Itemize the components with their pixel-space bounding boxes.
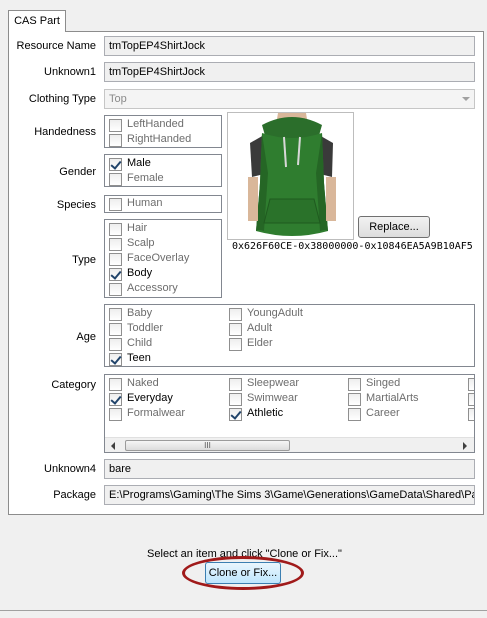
swimwear-checkbox[interactable] <box>229 393 242 406</box>
naked-checkbox[interactable] <box>109 378 122 391</box>
handedness-group: LeftHanded RightHanded <box>104 115 222 148</box>
unknown4-field[interactable]: bare <box>104 459 475 479</box>
sleepwear-checkbox[interactable] <box>229 378 242 391</box>
body-label: Body <box>127 267 153 279</box>
lefthanded-checkbox[interactable] <box>109 119 122 132</box>
swimwear-label: Swimwear <box>247 392 298 404</box>
naked-label: Naked <box>127 377 159 389</box>
category-extra-checkbox-2[interactable] <box>468 393 474 406</box>
child-label: Child <box>127 337 153 349</box>
resource-name-field[interactable]: tmTopEP4ShirtJock <box>104 36 475 56</box>
toddler-checkbox[interactable] <box>109 323 122 336</box>
handedness-label: Handedness <box>34 126 96 138</box>
scalp-checkbox[interactable] <box>109 238 122 251</box>
unknown4-label: Unknown4 <box>44 463 96 475</box>
male-label: Male <box>127 157 151 169</box>
righthanded-label: RightHanded <box>127 133 192 145</box>
male-checkbox[interactable] <box>109 158 122 171</box>
preview-thumbnail <box>227 112 354 240</box>
human-label: Human <box>127 197 163 209</box>
scroll-right-icon[interactable] <box>463 442 467 450</box>
singed-label: Singed <box>366 377 401 389</box>
scalp-label: Scalp <box>127 237 155 249</box>
faceoverlay-checkbox[interactable] <box>109 253 122 266</box>
sleepwear-label: Sleepwear <box>247 377 299 389</box>
clothing-type-label: Clothing Type <box>28 93 96 105</box>
youngadult-label: YoungAdult <box>247 307 303 319</box>
female-label: Female <box>127 172 164 184</box>
teen-label: Teen <box>127 352 151 364</box>
youngadult-checkbox[interactable] <box>229 308 242 321</box>
faceoverlay-label: FaceOverlay <box>127 252 190 264</box>
age-label: Age <box>76 331 96 343</box>
everyday-checkbox[interactable] <box>109 393 122 406</box>
category-group: Naked Everyday Formalwear Sleepwear Swim… <box>104 374 475 453</box>
body-checkbox[interactable] <box>109 268 122 281</box>
martialarts-label: MartialArts <box>366 392 419 404</box>
clothing-type-select[interactable]: Top <box>104 89 475 109</box>
unknown1-label: Unknown1 <box>44 66 96 78</box>
elder-label: Elder <box>247 337 273 349</box>
resource-key-text: 0x626F60CE-0x38000000-0x10846EA5A9B10AF5 <box>232 241 473 252</box>
accessory-label: Accessory <box>127 282 178 294</box>
package-label: Package <box>53 489 96 501</box>
adult-checkbox[interactable] <box>229 323 242 336</box>
shirt-preview-image <box>228 113 353 239</box>
baby-label: Baby <box>127 307 153 319</box>
righthanded-checkbox[interactable] <box>109 134 122 147</box>
career-label: Career <box>366 407 400 419</box>
unknown1-field[interactable]: tmTopEP4ShirtJock <box>104 62 475 82</box>
martialarts-checkbox[interactable] <box>348 393 361 406</box>
category-label: Category <box>51 379 96 391</box>
replace-button[interactable]: Replace... <box>358 216 430 238</box>
child-checkbox[interactable] <box>109 338 122 351</box>
hair-label: Hair <box>127 222 148 234</box>
gender-group: Male Female <box>104 154 222 187</box>
category-horizontal-scrollbar[interactable]: III <box>105 437 474 452</box>
resource-name-label: Resource Name <box>16 40 96 52</box>
athletic-label: Athletic <box>247 407 284 419</box>
human-checkbox[interactable] <box>109 198 122 211</box>
adult-label: Adult <box>247 322 273 334</box>
lefthanded-label: LeftHanded <box>127 118 184 130</box>
hair-checkbox[interactable] <box>109 223 122 236</box>
category-extra-checkbox-1[interactable] <box>468 378 474 391</box>
age-group: Baby Toddler Child Teen YoungAdult Adult… <box>104 304 475 367</box>
highlight-ring <box>182 556 304 590</box>
singed-checkbox[interactable] <box>348 378 361 391</box>
type-group: Hair Scalp FaceOverlay Body Accessory <box>104 219 222 298</box>
female-checkbox[interactable] <box>109 173 122 186</box>
category-extra-checkbox-3[interactable] <box>468 408 474 421</box>
scrollbar-thumb[interactable]: III <box>125 440 290 451</box>
gender-label: Gender <box>59 166 96 178</box>
toddler-label: Toddler <box>127 322 164 334</box>
accessory-checkbox[interactable] <box>109 283 122 296</box>
formalwear-label: Formalwear <box>127 407 186 419</box>
window-bottom-border <box>0 610 487 611</box>
formalwear-checkbox[interactable] <box>109 408 122 421</box>
scroll-left-icon[interactable] <box>111 442 115 450</box>
type-label: Type <box>72 254 96 266</box>
species-label: Species <box>56 199 96 211</box>
athletic-checkbox[interactable] <box>229 408 242 421</box>
elder-checkbox[interactable] <box>229 338 242 351</box>
teen-checkbox[interactable] <box>109 353 122 366</box>
baby-checkbox[interactable] <box>109 308 122 321</box>
everyday-label: Everyday <box>127 392 173 404</box>
chevron-down-icon <box>462 97 470 101</box>
career-checkbox[interactable] <box>348 408 361 421</box>
species-group: Human <box>104 195 222 213</box>
tab-cas-part[interactable]: CAS Part <box>8 10 66 32</box>
clothing-type-value: Top <box>109 93 127 105</box>
package-path-field[interactable]: E:\Programs\Gaming\The Sims 3\Game\Gener… <box>104 485 475 505</box>
